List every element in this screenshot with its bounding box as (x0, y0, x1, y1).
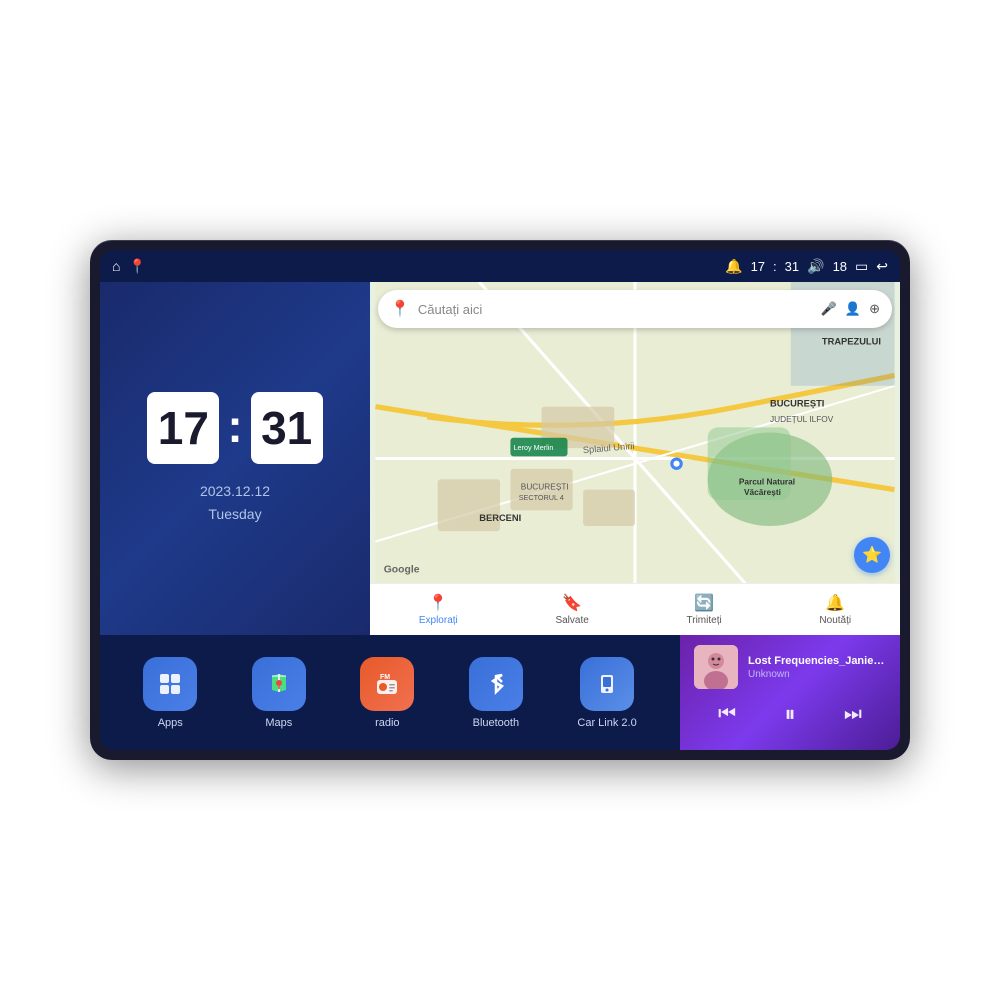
back-icon[interactable]: ↩ (876, 258, 888, 275)
app-item-maps[interactable]: Maps (252, 657, 306, 729)
apps-label: Apps (158, 717, 183, 729)
mic-icon[interactable]: 🎤 (821, 301, 837, 317)
map-nav-explore[interactable]: 📍 Explorați (419, 593, 458, 626)
svg-text:Google: Google (384, 565, 420, 576)
svg-text:BUCUREȘTI: BUCUREȘTI (770, 399, 824, 409)
send-icon: 🔄 (694, 593, 714, 613)
carlink-label: Car Link 2.0 (577, 717, 636, 729)
svg-text:JUDEȚUL ILFOV: JUDEȚUL ILFOV (770, 414, 834, 424)
map-panel[interactable]: Splaiul Unirii Parcul Natural Văcărești … (370, 282, 900, 635)
device-frame: ⌂ 📍 🔔 17 : 31 🔊 18 ▭ ↩ 17 (90, 240, 910, 760)
status-minutes: 31 (785, 259, 799, 274)
status-bar: ⌂ 📍 🔔 17 : 31 🔊 18 ▭ ↩ (100, 250, 900, 282)
clock-colon: : (227, 399, 242, 453)
music-prev-btn[interactable]: ⏮ (718, 703, 736, 726)
device-screen: ⌂ 📍 🔔 17 : 31 🔊 18 ▭ ↩ 17 (100, 250, 900, 750)
app-item-bluetooth[interactable]: Bluetooth (469, 657, 523, 729)
music-play-btn[interactable]: ⏸ (784, 701, 795, 727)
bluetooth-icon-wrap (469, 657, 523, 711)
apps-icon (143, 657, 197, 711)
clock-minutes: 31 (251, 392, 323, 464)
volume-level: 18 (833, 259, 847, 274)
map-search-placeholder[interactable]: Căutați aici (418, 302, 813, 317)
music-controls: ⏮ ⏸ ⏭ (694, 701, 886, 727)
status-time: 17 (751, 259, 765, 274)
clock-date-value: 2023.12.12 (200, 480, 270, 502)
bottom-section: Apps Maps (100, 635, 900, 750)
map-logo-icon: 📍 (390, 299, 410, 319)
app-item-radio[interactable]: FM radio (360, 657, 414, 729)
maps-icon-wrap (252, 657, 306, 711)
map-search-actions: 🎤 👤 ⊕ (821, 301, 880, 317)
account-icon[interactable]: 👤 (845, 301, 861, 317)
svg-text:Văcărești: Văcărești (744, 487, 781, 497)
bluetooth-label: Bluetooth (473, 717, 519, 729)
explore-icon: 📍 (428, 593, 448, 613)
svg-text:Leroy Merlin: Leroy Merlin (514, 443, 554, 452)
music-album-art (694, 645, 738, 689)
clock-panel: 17 : 31 2023.12.12 Tuesday (100, 282, 370, 635)
music-player: Lost Frequencies_Janieck Devy-... Unknow… (680, 635, 900, 750)
svg-text:BERCENI: BERCENI (479, 513, 521, 523)
music-artist: Unknown (748, 669, 886, 680)
album-face-image (694, 645, 738, 689)
svg-text:SECTORUL 4: SECTORUL 4 (519, 493, 564, 502)
battery-icon: ▭ (855, 258, 868, 275)
svg-text:FM: FM (380, 674, 390, 681)
news-label: Noutăți (819, 615, 851, 626)
map-nav-saved[interactable]: 🔖 Salvate (555, 593, 588, 626)
clock-display: 17 : 31 (147, 392, 322, 464)
signal-icon: 🔔 (725, 258, 742, 275)
music-next-btn[interactable]: ⏭ (844, 703, 862, 726)
music-info: Lost Frequencies_Janieck Devy-... Unknow… (748, 655, 886, 680)
app-item-carlink[interactable]: Car Link 2.0 (577, 657, 636, 729)
svg-text:TRAPEZULUI: TRAPEZULUI (822, 336, 881, 346)
radio-icon-wrap: FM (360, 657, 414, 711)
svg-text:BUCUREȘTI: BUCUREȘTI (521, 482, 569, 492)
top-section: 17 : 31 2023.12.12 Tuesday (100, 282, 900, 635)
map-nav-send[interactable]: 🔄 Trimiteți (687, 593, 722, 626)
map-nav-news[interactable]: 🔔 Noutăți (819, 593, 851, 626)
map-search-bar[interactable]: 📍 Căutați aici 🎤 👤 ⊕ (378, 290, 892, 328)
layers-icon[interactable]: ⊕ (869, 301, 880, 317)
clock-day-value: Tuesday (200, 503, 270, 525)
carlink-icon-wrap (580, 657, 634, 711)
saved-icon: 🔖 (562, 593, 582, 613)
news-icon: 🔔 (825, 593, 845, 613)
saved-label: Salvate (555, 615, 588, 626)
send-label: Trimiteți (687, 615, 722, 626)
explore-label: Explorați (419, 615, 458, 626)
maps-label: Maps (265, 717, 292, 729)
map-navigate-btn[interactable]: ⭐ (854, 537, 890, 573)
radio-label: radio (375, 717, 399, 729)
home-icon[interactable]: ⌂ (112, 258, 120, 274)
music-title: Lost Frequencies_Janieck Devy-... (748, 655, 886, 667)
main-content: 17 : 31 2023.12.12 Tuesday (100, 282, 900, 750)
app-item-apps[interactable]: Apps (143, 657, 197, 729)
map-bottom-nav: 📍 Explorați 🔖 Salvate 🔄 Trimiteți � (370, 583, 900, 635)
music-top: Lost Frequencies_Janieck Devy-... Unknow… (694, 645, 886, 689)
status-right-info: 🔔 17 : 31 🔊 18 ▭ ↩ (725, 258, 888, 275)
clock-hours: 17 (147, 392, 219, 464)
app-launcher: Apps Maps (100, 635, 680, 750)
clock-date: 2023.12.12 Tuesday (200, 480, 270, 525)
location-status-icon[interactable]: 📍 (128, 258, 145, 275)
svg-text:Parcul Natural: Parcul Natural (739, 476, 795, 486)
volume-icon[interactable]: 🔊 (807, 258, 824, 275)
status-left-icons: ⌂ 📍 (112, 258, 146, 275)
